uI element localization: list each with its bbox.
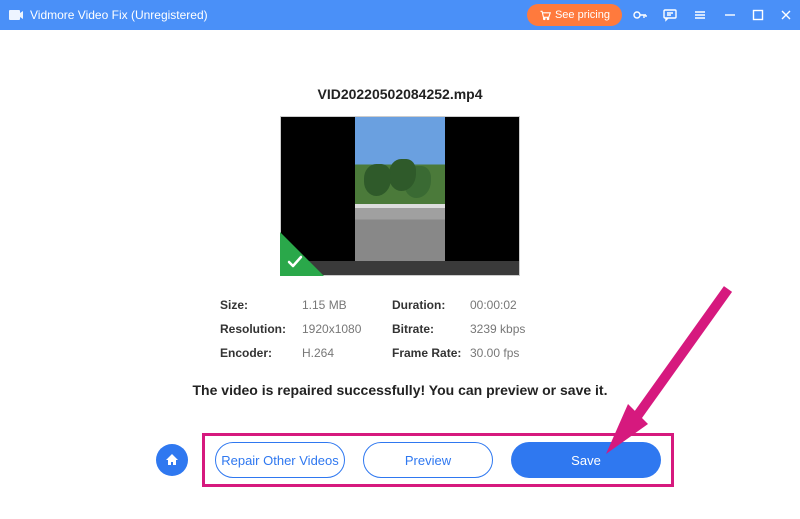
titlebar-left: Vidmore Video Fix (Unregistered) bbox=[8, 7, 208, 23]
size-label: Size: bbox=[220, 298, 302, 312]
resolution-label: Resolution: bbox=[220, 322, 302, 336]
key-icon[interactable] bbox=[632, 7, 648, 23]
window-controls bbox=[724, 9, 792, 21]
titlebar-icons bbox=[632, 7, 708, 23]
encoder-value: H.264 bbox=[302, 346, 392, 360]
size-value: 1.15 MB bbox=[302, 298, 392, 312]
see-pricing-button[interactable]: See pricing bbox=[527, 4, 622, 26]
app-title: Vidmore Video Fix (Unregistered) bbox=[30, 8, 208, 22]
actions-row: Repair Other Videos Preview Save bbox=[156, 433, 674, 487]
home-icon bbox=[164, 452, 180, 468]
preview-button[interactable]: Preview bbox=[363, 442, 493, 478]
duration-value: 00:00:02 bbox=[470, 298, 560, 312]
menu-icon[interactable] bbox=[692, 7, 708, 23]
see-pricing-label: See pricing bbox=[555, 9, 610, 21]
framerate-label: Frame Rate: bbox=[392, 346, 470, 360]
resolution-value: 1920x1080 bbox=[302, 322, 392, 336]
bitrate-value: 3239 kbps bbox=[470, 322, 560, 336]
repair-other-button[interactable]: Repair Other Videos bbox=[215, 442, 345, 478]
app-logo-icon bbox=[8, 7, 24, 23]
titlebar: Vidmore Video Fix (Unregistered) See pri… bbox=[0, 0, 800, 30]
encoder-label: Encoder: bbox=[220, 346, 302, 360]
framerate-value: 30.00 fps bbox=[470, 346, 560, 360]
checkmark-icon bbox=[285, 251, 305, 271]
home-button[interactable] bbox=[156, 444, 188, 476]
duration-label: Duration: bbox=[392, 298, 470, 312]
annotation-arrow-icon bbox=[598, 279, 738, 459]
video-preview[interactable] bbox=[280, 116, 520, 276]
filename-label: VID20220502084252.mp4 bbox=[317, 86, 482, 102]
video-thumbnail bbox=[355, 117, 445, 275]
cart-icon bbox=[539, 9, 551, 21]
close-icon[interactable] bbox=[780, 9, 792, 21]
minimize-icon[interactable] bbox=[724, 9, 736, 21]
bitrate-label: Bitrate: bbox=[392, 322, 470, 336]
metadata-grid: Size: 1.15 MB Duration: 00:00:02 Resolut… bbox=[220, 298, 580, 360]
maximize-icon[interactable] bbox=[752, 9, 764, 21]
feedback-icon[interactable] bbox=[662, 7, 678, 23]
status-message: The video is repaired successfully! You … bbox=[193, 382, 608, 398]
